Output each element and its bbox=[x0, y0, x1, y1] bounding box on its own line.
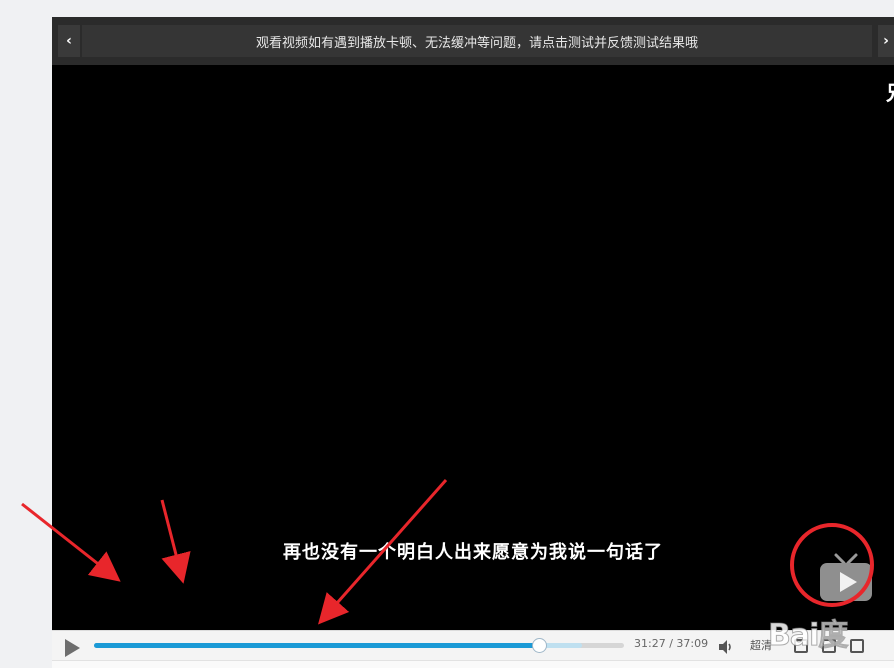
notice-next-button[interactable]: › bbox=[878, 25, 894, 57]
notice-text: 观看视频如有遇到播放卡顿、无法缓冲等问题，请点击测试并反馈测试结果哦 bbox=[255, 35, 698, 51]
progress-played bbox=[94, 643, 540, 648]
video-subtitle: 再也没有一个明白人出来愿意为我说一句话了 bbox=[283, 542, 663, 563]
notice-banner[interactable]: 观看视频如有遇到播放卡顿、无法缓冲等问题，请点击测试并反馈测试结果哦 bbox=[82, 25, 872, 57]
volume-icon[interactable] bbox=[718, 639, 734, 655]
video-screen[interactable]: 兄 再也没有一个明白人出来愿意为我说一句话了 bbox=[52, 65, 894, 630]
time-display: 31:27 / 37:09 bbox=[634, 637, 709, 650]
screenshot-root: ‹ 观看视频如有遇到播放卡顿、无法缓冲等问题，请点击测试并反馈测试结果哦 › 兄… bbox=[0, 0, 894, 668]
play-icon[interactable] bbox=[62, 638, 82, 658]
notice-bar: ‹ 观看视频如有遇到播放卡顿、无法缓冲等问题，请点击测试并反馈测试结果哦 › bbox=[52, 17, 894, 65]
progress-bar[interactable] bbox=[94, 638, 624, 653]
progress-handle[interactable] bbox=[532, 638, 548, 653]
notice-prev-button[interactable]: ‹ bbox=[58, 25, 80, 57]
edge-partial-text: 兄 bbox=[886, 77, 894, 106]
watermark-text: Bai度 bbox=[767, 618, 848, 654]
annotation-circle bbox=[790, 523, 874, 607]
video-player: ‹ 观看视频如有遇到播放卡顿、无法缓冲等问题，请点击测试并反馈测试结果哦 › 兄… bbox=[52, 17, 894, 668]
watermark-logo: Bai度 bbox=[767, 606, 894, 666]
